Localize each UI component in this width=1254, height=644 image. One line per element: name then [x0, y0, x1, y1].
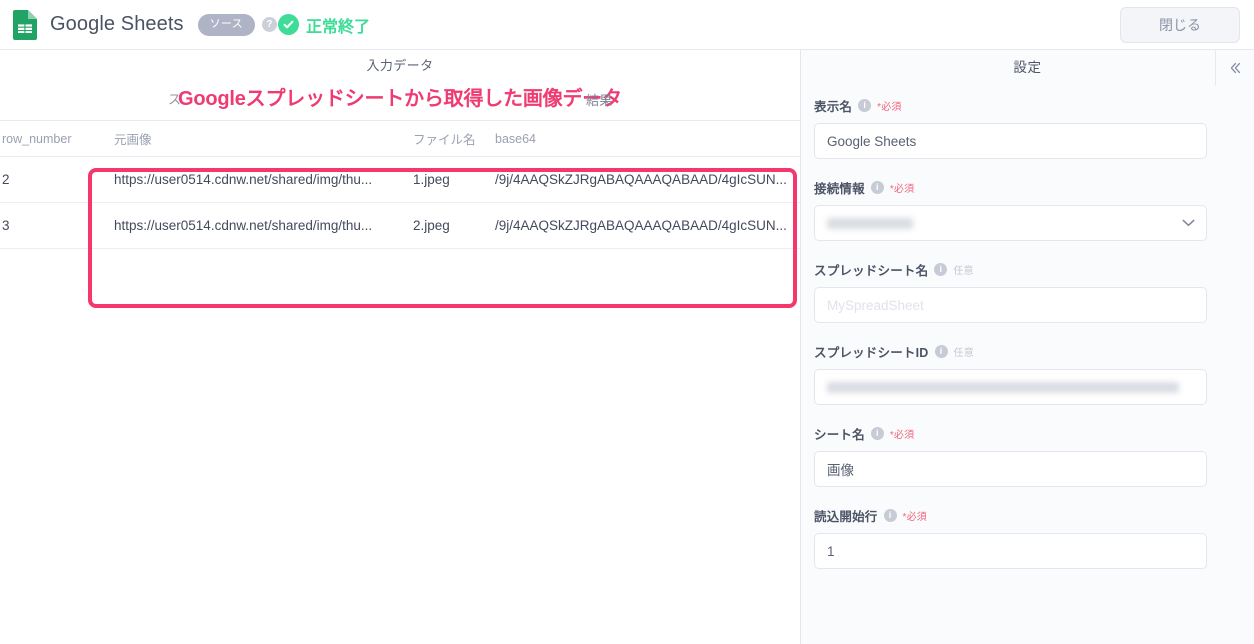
page-title: Google Sheets: [50, 13, 184, 35]
table-row[interactable]: 2 https://user0514.cdnw.net/shared/img/t…: [0, 156, 800, 203]
check-circle-icon: [277, 14, 299, 35]
cell-original-image: https://user0514.cdnw.net/shared/img/thu…: [100, 156, 413, 203]
cell-row-number: 2: [0, 156, 100, 203]
field-label-row: 読込開始行 i *必須: [814, 506, 1207, 524]
result-row: ス Googleスプレッドシートから取得した画像データ 結果: [0, 78, 800, 118]
source-badge: ソース: [197, 13, 255, 36]
app-header: Google Sheets ソース ? 正常終了 閉じる: [0, 0, 1254, 50]
cell-original-image: https://user0514.cdnw.net/shared/img/thu…: [100, 202, 413, 249]
result-label: 結果: [586, 93, 613, 108]
field-label: スプレッドシートID: [814, 345, 929, 360]
pane-tab-bar: 入力データ: [0, 50, 800, 78]
table-header-row: row_number 元画像 ファイル名 base64: [0, 120, 800, 157]
display-name-input[interactable]: Google Sheets: [814, 123, 1207, 159]
connection-select[interactable]: [814, 205, 1207, 241]
settings-title: 設定: [1013, 60, 1042, 75]
field-label-row: スプレッドシート名 i 任意: [814, 260, 1207, 278]
chevron-double-left-icon[interactable]: [1215, 50, 1254, 86]
required-tag: *必須: [902, 511, 928, 523]
field-connection: 接続情報 i *必須: [814, 178, 1207, 241]
app-window: Google Sheets ソース ? 正常終了 閉じる 入力データ ス Goo…: [0, 0, 1254, 644]
required-tag: *必須: [889, 183, 915, 195]
info-icon[interactable]: i: [934, 262, 948, 276]
column-header-base64[interactable]: base64: [495, 120, 800, 157]
close-button[interactable]: 閉じる: [1120, 6, 1240, 43]
info-icon[interactable]: i: [858, 98, 872, 112]
field-label: スプレッドシート名: [814, 263, 929, 278]
info-icon[interactable]: i: [934, 344, 948, 358]
status-text: 正常終了: [305, 18, 370, 36]
column-header-row-number[interactable]: row_number: [0, 120, 100, 157]
optional-tag: 任意: [953, 347, 974, 359]
field-label: 接続情報: [814, 181, 865, 196]
redacted-value: [827, 381, 1179, 393]
optional-tag: 任意: [953, 265, 974, 277]
field-label-row: スプレッドシートID i 任意: [814, 342, 1207, 360]
cell-base64: /9j/4AAQSkZJRgABAQAAAQABAAD/4gIcSUN...: [495, 156, 800, 203]
spreadsheet-id-input[interactable]: [814, 369, 1207, 405]
cell-file-name: 2.jpeg: [413, 202, 495, 249]
field-label-row: シート名 i *必須: [814, 424, 1207, 442]
table-body: 2 https://user0514.cdnw.net/shared/img/t…: [0, 156, 800, 249]
field-label: 表示名: [814, 99, 853, 114]
input-data-pane: 入力データ ス Googleスプレッドシートから取得した画像データ 結果 row…: [0, 50, 800, 644]
table-row[interactable]: 3 https://user0514.cdnw.net/shared/img/t…: [0, 202, 800, 249]
annotation-title: Googleスプレッドシートから取得した画像データ: [178, 88, 622, 110]
required-tag: *必須: [889, 429, 915, 441]
settings-header: 設定: [801, 50, 1254, 86]
data-table: row_number 元画像 ファイル名 base64 2 https://us…: [0, 120, 800, 249]
info-icon[interactable]: i: [870, 180, 884, 194]
cell-file-name: 1.jpeg: [413, 156, 495, 203]
help-icon[interactable]: ?: [261, 17, 277, 32]
cell-base64: /9j/4AAQSkZJRgABAQAAAQABAAD/4gIcSUN...: [495, 202, 800, 249]
settings-pane: 設定 表示名 i *必須 Google Sheets 接続情報 i *必須 スプ…: [800, 50, 1254, 644]
app-body: 入力データ ス Googleスプレッドシートから取得した画像データ 結果 row…: [0, 50, 1254, 644]
column-header-file-name[interactable]: ファイル名: [413, 120, 495, 157]
field-label: 読込開始行: [814, 509, 878, 524]
google-sheets-logo-icon: [10, 9, 40, 40]
column-header-original-image[interactable]: 元画像: [100, 120, 413, 157]
field-spreadsheet-id: スプレッドシートID i 任意: [814, 342, 1207, 405]
field-label: シート名: [814, 427, 865, 442]
field-spreadsheet-name: スプレッドシート名 i 任意 MySpreadSheet: [814, 260, 1207, 323]
spreadsheet-name-input[interactable]: MySpreadSheet: [814, 287, 1207, 323]
data-table-wrapper: row_number 元画像 ファイル名 base64 2 https://us…: [0, 120, 800, 249]
table-head: row_number 元画像 ファイル名 base64: [0, 120, 800, 157]
field-sheet-name: シート名 i *必須 画像: [814, 424, 1207, 487]
info-icon[interactable]: i: [870, 426, 884, 440]
required-tag: *必須: [877, 101, 902, 113]
start-row-input[interactable]: 1: [814, 533, 1207, 569]
redacted-value: [827, 217, 913, 229]
tab-input-data[interactable]: 入力データ: [366, 55, 433, 74]
field-display-name: 表示名 i *必須 Google Sheets: [814, 96, 1207, 159]
connection-select-wrapper: [814, 205, 1207, 241]
field-label-row: 接続情報 i *必須: [814, 178, 1207, 196]
sheet-name-input[interactable]: 画像: [814, 451, 1207, 487]
cell-row-number: 3: [0, 202, 100, 249]
info-icon[interactable]: i: [883, 508, 897, 522]
field-start-row: 読込開始行 i *必須 1: [814, 506, 1207, 569]
field-label-row: 表示名 i *必須: [814, 96, 1207, 114]
settings-fields: 表示名 i *必須 Google Sheets 接続情報 i *必須 スプレッド…: [801, 82, 1254, 569]
